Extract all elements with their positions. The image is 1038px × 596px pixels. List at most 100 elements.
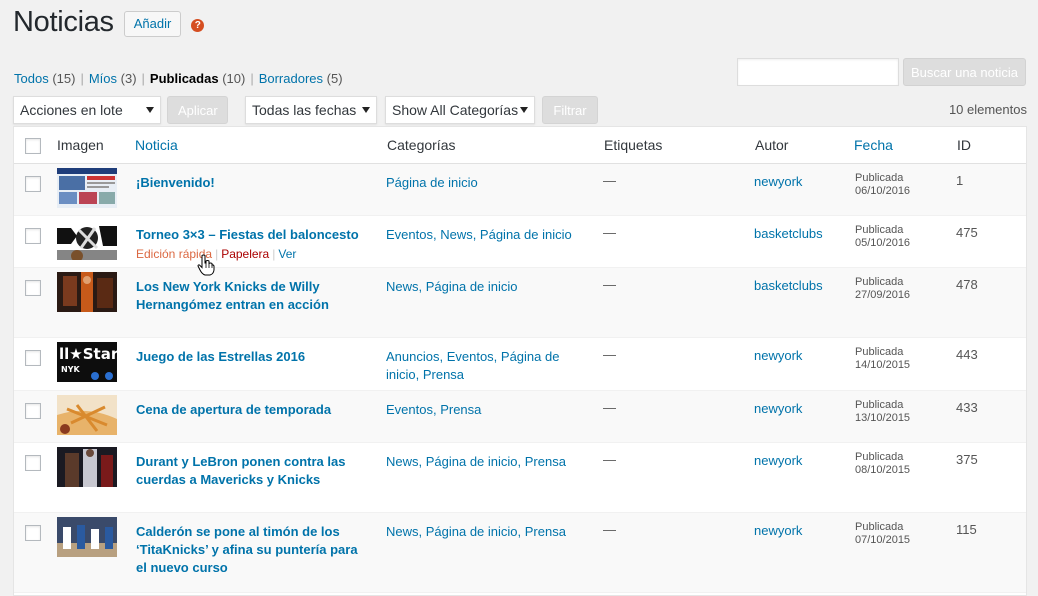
row-checkbox[interactable] — [25, 455, 41, 471]
search-box: Buscar una noticia — [737, 58, 1026, 86]
column-date-sort[interactable]: Fecha — [854, 137, 893, 153]
page-header: Noticias Añadir ? — [13, 2, 205, 42]
view-link[interactable]: Ver — [278, 247, 296, 261]
post-thumbnail[interactable] — [57, 517, 117, 557]
post-thumbnail[interactable] — [57, 272, 117, 312]
post-tags: — — [603, 347, 616, 362]
post-id: 475 — [956, 225, 978, 240]
post-id: 443 — [956, 347, 978, 362]
post-title-link[interactable]: Juego de las Estrellas 2016 — [136, 348, 366, 366]
post-id: 478 — [956, 277, 978, 292]
post-id: 115 — [956, 522, 977, 537]
post-categories[interactable]: News, Página de inicio — [386, 278, 576, 296]
post-tags: — — [603, 173, 616, 188]
post-date: Publicada 14/10/2015 — [855, 346, 911, 371]
post-categories[interactable]: Página de inicio — [386, 174, 576, 192]
select-all-checkbox[interactable] — [25, 138, 41, 154]
add-new-button[interactable]: Añadir — [123, 11, 182, 37]
date-filter-select[interactable]: Todas las fechas — [245, 96, 377, 124]
allstar-bottom-text: NYK — [61, 365, 80, 374]
row-checkbox[interactable] — [25, 350, 41, 366]
post-tags: — — [603, 277, 616, 292]
view-mine[interactable]: Míos (3) — [89, 71, 137, 86]
post-thumbnail[interactable] — [57, 447, 117, 487]
post-date: Publicada 13/10/2015 — [855, 399, 911, 424]
post-categories[interactable]: Anuncios, Eventos, Página de inicio, Pre… — [386, 348, 576, 384]
row-checkbox[interactable] — [25, 403, 41, 419]
column-categories: Categorías — [387, 137, 456, 153]
row-checkbox[interactable] — [25, 525, 41, 541]
post-tags: — — [603, 400, 616, 415]
post-title-link[interactable]: Durant y LeBron ponen contra las cuerdas… — [136, 453, 366, 489]
search-input[interactable] — [737, 58, 899, 86]
page-title: Noticias — [13, 5, 114, 38]
post-author[interactable]: newyork — [754, 523, 802, 538]
post-author[interactable]: newyork — [754, 453, 802, 468]
post-thumbnail[interactable] — [57, 220, 117, 260]
post-date: Publicada 07/10/2015 — [855, 521, 911, 546]
post-author[interactable]: basketclubs — [754, 278, 823, 293]
search-button[interactable]: Buscar una noticia — [903, 58, 1026, 86]
filter-button[interactable]: Filtrar — [542, 96, 598, 124]
table-row: Calderón se pone al timón de los ‘TitaKn… — [14, 513, 1026, 593]
column-image: Imagen — [57, 137, 104, 153]
post-tags: — — [603, 225, 616, 240]
table-row: ¡Bienvenido! Página de inicio — newyork … — [14, 164, 1026, 216]
view-published[interactable]: Publicadas (10) — [150, 71, 245, 86]
post-date: Publicada 06/10/2016 — [855, 172, 911, 197]
post-thumbnail[interactable] — [57, 395, 117, 435]
table-row: Durant y LeBron ponen contra las cuerdas… — [14, 443, 1026, 513]
post-author[interactable]: basketclubs — [754, 226, 823, 241]
column-tags: Etiquetas — [604, 137, 663, 153]
table-row: Cena de apertura de temporada Eventos, P… — [14, 391, 1026, 443]
tablenav: Acciones en lote Aplicar Todas las fecha… — [13, 96, 1027, 124]
column-author: Autor — [755, 137, 789, 153]
post-date: Publicada 27/09/2016 — [855, 276, 911, 301]
post-categories[interactable]: News, Página de inicio, Prensa — [386, 523, 576, 541]
post-date: Publicada 08/10/2015 — [855, 451, 911, 476]
post-categories[interactable]: Eventos, Prensa — [386, 401, 576, 419]
posts-table: Imagen Noticia Categorías Etiquetas Auto… — [13, 126, 1027, 596]
post-author[interactable]: newyork — [754, 348, 802, 363]
trash-link[interactable]: Papelera — [221, 247, 269, 261]
allstar-top-text: ll★Star — [59, 345, 117, 363]
post-title-link[interactable]: Calderón se pone al timón de los ‘TitaKn… — [136, 523, 366, 577]
post-id: 433 — [956, 400, 978, 415]
table-row: ll★Star NYK Juego de las Estrellas 2016 … — [14, 338, 1026, 391]
post-thumbnail[interactable]: ll★Star NYK — [57, 342, 117, 382]
bulk-actions-select[interactable]: Acciones en lote — [13, 96, 161, 124]
row-actions: Edición rápida | Papelera | Ver — [136, 247, 297, 261]
table-row: Torneo 3×3 – Fiestas del baloncesto Edic… — [14, 216, 1026, 268]
table-row: Los New York Knicks de Willy Hernangómez… — [14, 268, 1026, 338]
post-thumbnail[interactable] — [57, 168, 117, 208]
post-categories[interactable]: News, Página de inicio, Prensa — [386, 453, 576, 471]
view-drafts[interactable]: Borradores (5) — [259, 71, 343, 86]
post-id: 1 — [956, 173, 964, 188]
chevron-down-icon — [520, 107, 528, 113]
row-checkbox[interactable] — [25, 280, 41, 296]
column-id: ID — [957, 137, 971, 153]
post-id: 375 — [956, 452, 978, 467]
items-count: 10 elementos — [948, 102, 1027, 117]
post-categories[interactable]: Eventos, News, Página de inicio — [386, 226, 576, 244]
apply-button[interactable]: Aplicar — [167, 96, 228, 124]
post-tags: — — [603, 452, 616, 467]
status-views: Todos (15) | Míos (3) | Publicadas (10) | Borr… — [14, 71, 343, 86]
column-title-sort[interactable]: Noticia — [135, 137, 178, 153]
post-title-link[interactable]: Torneo 3×3 – Fiestas del baloncesto — [136, 226, 366, 244]
post-author[interactable]: newyork — [754, 174, 802, 189]
post-date: Publicada 05/10/2016 — [855, 224, 911, 249]
post-author[interactable]: newyork — [754, 401, 802, 416]
chevron-down-icon — [362, 107, 370, 113]
post-title-link[interactable]: Cena de apertura de temporada — [136, 401, 366, 419]
post-title-link[interactable]: ¡Bienvenido! — [136, 174, 366, 192]
category-filter-select[interactable]: Show All Categorías — [385, 96, 535, 124]
hand-cursor-icon — [197, 254, 215, 276]
row-checkbox[interactable] — [25, 228, 41, 244]
view-all[interactable]: Todos (15) — [14, 71, 75, 86]
post-title-link[interactable]: Los New York Knicks de Willy Hernangómez… — [136, 278, 366, 314]
help-icon[interactable]: ? — [191, 18, 205, 32]
chevron-down-icon — [146, 107, 154, 113]
row-checkbox[interactable] — [25, 176, 41, 192]
table-header: Imagen Noticia Categorías Etiquetas Auto… — [14, 127, 1026, 164]
